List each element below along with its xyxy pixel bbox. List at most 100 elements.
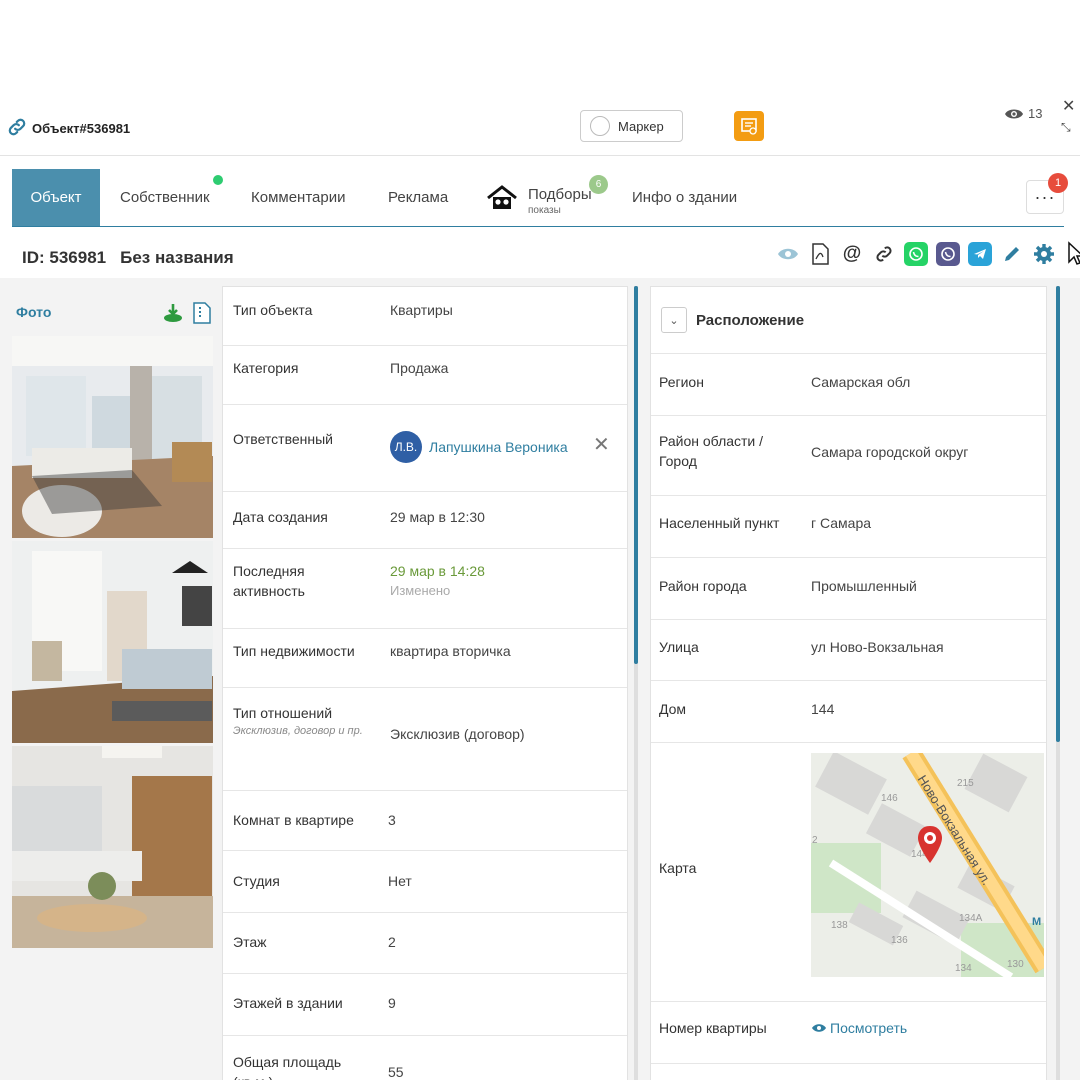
tab-owner[interactable]: Собственник: [120, 169, 210, 226]
location-value: Промышленный: [811, 578, 917, 594]
location-value: Самарская обл: [811, 374, 911, 390]
object-link[interactable]: Объект#536981: [6, 116, 130, 141]
attribute-value: 9: [388, 995, 396, 1011]
object-topbar: Объект#536981 Маркер 13 ✕ ⤡: [0, 98, 1080, 156]
attribute-label: Тип недвижимости: [233, 643, 355, 659]
map-pin-icon: [917, 825, 943, 870]
attribute-value: 29 мар в 12:30: [390, 509, 485, 525]
avatar: Л.В.: [390, 431, 422, 463]
tab-label: Подборы: [528, 186, 592, 203]
tab-object[interactable]: Объект: [12, 169, 100, 226]
map-house-number: 136: [891, 935, 908, 946]
attribute-row: Комнат в квартире 3: [223, 791, 627, 851]
views-counter: 13: [1004, 106, 1042, 121]
visibility-icon[interactable]: [776, 242, 800, 266]
view-apartment-number-link[interactable]: Посмотреть: [811, 1018, 907, 1038]
remove-responsible-icon[interactable]: ✕: [593, 435, 610, 455]
photos-link[interactable]: Фото: [16, 304, 51, 320]
attribute-row: Тип отношений Эксклюзив, договор и пр. Э…: [223, 688, 627, 791]
location-value: г Самара: [811, 515, 872, 531]
download-photos-icon[interactable]: [162, 302, 184, 329]
email-icon[interactable]: @: [840, 242, 864, 266]
tab-comments[interactable]: Комментарии: [251, 169, 345, 226]
location-row: Номер квартиры Посмотреть: [651, 1002, 1046, 1064]
responsible-user-link[interactable]: Лапушкина Вероника: [429, 437, 568, 457]
attribute-value: Продажа: [390, 360, 449, 376]
location-label: Район области / Город: [659, 433, 764, 469]
photo-tools: [162, 302, 212, 329]
location-label: Улица: [659, 639, 699, 655]
selections-icon: [486, 184, 518, 212]
location-label: Населенный пункт: [659, 515, 780, 531]
location-label: Район города: [659, 578, 747, 594]
whatsapp-icon[interactable]: [904, 242, 928, 266]
map-house-number: 215: [957, 778, 974, 789]
attribute-row: Категория Продажа: [223, 346, 627, 405]
location-map[interactable]: Ново-Вокзальная ул. 215 146 144 138 136 …: [811, 753, 1044, 977]
settings-gear-icon[interactable]: [1032, 242, 1056, 266]
tab-building-info[interactable]: Инфо о здании: [632, 169, 737, 226]
attribute-value: 3: [388, 812, 396, 828]
viber-icon[interactable]: [936, 242, 960, 266]
tab-label: Инфо о здании: [632, 189, 738, 206]
location-row: Район города Промышленный: [651, 558, 1046, 620]
notification-badge: 1: [1048, 173, 1068, 193]
location-label: Карта: [659, 860, 697, 876]
last-activity-value: 29 мар в 14:28: [390, 563, 485, 579]
document-export-icon[interactable]: [734, 111, 764, 141]
last-activity-status: Изменено: [390, 583, 451, 598]
tab-advertising[interactable]: Реклама: [388, 169, 448, 226]
location-row: Регион Самарская обл: [651, 354, 1046, 416]
share-link-icon[interactable]: [872, 242, 896, 266]
attribute-row: Этажей в здании 9: [223, 974, 627, 1036]
attribute-label: Последняя активность: [233, 563, 305, 599]
scrollbar-thumb[interactable]: [634, 286, 638, 664]
expand-icon[interactable]: ⤡: [1061, 120, 1071, 135]
marker-button[interactable]: Маркер: [580, 110, 683, 142]
eye-icon: [812, 1024, 826, 1032]
attribute-label: Тип отношений: [233, 705, 333, 721]
tab-selections[interactable]: Подборы: [486, 169, 592, 226]
attribute-row: Ответственный Л.В. Лапушкина Вероника ✕: [223, 405, 627, 492]
tab-label: Реклама: [388, 189, 449, 206]
object-actions-toolbar: @: [776, 240, 1080, 268]
attribute-row: Тип объекта Квартиры: [223, 287, 627, 346]
location-row: Населенный пункт г Самара: [651, 496, 1046, 558]
tab-bar: Объект Собственник Комментарии Реклама П…: [12, 169, 1068, 227]
object-heading: ID: 536981 Без названия: [22, 248, 234, 268]
attribute-row: Студия Нет: [223, 851, 627, 913]
attribute-label: Общая площадь (кв.м.): [233, 1054, 342, 1080]
attribute-label: Тип объекта: [233, 302, 313, 318]
property-photo[interactable]: [12, 746, 213, 948]
mouse-cursor-icon: [1064, 241, 1080, 266]
location-row: Улица ул Ново-Вокзальная: [651, 620, 1046, 681]
eye-icon: [1005, 109, 1023, 118]
edit-icon[interactable]: [1000, 242, 1024, 266]
location-label: Номер квартиры: [659, 1020, 767, 1036]
attribute-label: Дата создания: [233, 509, 328, 525]
close-icon[interactable]: ✕: [1062, 96, 1075, 116]
tab-label: Объект: [30, 189, 82, 206]
map-house-number: 138: [831, 920, 848, 931]
tab-label: Комментарии: [251, 189, 346, 206]
selections-count-badge: 6: [589, 175, 608, 194]
location-title: Расположение: [696, 312, 805, 329]
photo-archive-icon[interactable]: [192, 302, 212, 329]
property-photo[interactable]: [12, 336, 213, 538]
pdf-icon[interactable]: [808, 242, 832, 266]
attribute-label: Студия: [233, 873, 280, 889]
attribute-row: Общая площадь (кв.м.) 55: [223, 1036, 627, 1080]
telegram-icon[interactable]: [968, 242, 992, 266]
chevron-down-icon[interactable]: ⌄: [661, 307, 687, 333]
attribute-value: 2: [388, 934, 396, 950]
scrollbar-thumb[interactable]: [1056, 286, 1060, 742]
map-house-number: 146: [881, 793, 898, 804]
tab-label: Собственник: [120, 189, 210, 206]
marker-toggle-icon: [590, 116, 610, 136]
property-photo[interactable]: [12, 541, 213, 743]
attribute-row: Дата создания 29 мар в 12:30: [223, 492, 627, 549]
location-header[interactable]: ⌄ Расположение: [651, 287, 1046, 354]
map-house-number: 134: [955, 963, 972, 974]
marker-label: Маркер: [618, 118, 664, 134]
attribute-value: Эксклюзив (договор): [390, 726, 525, 742]
